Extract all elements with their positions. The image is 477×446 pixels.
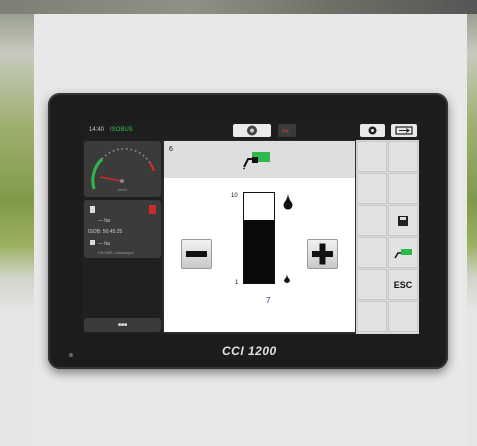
small-drop-icon [284, 274, 290, 283]
softkey-12[interactable] [388, 301, 418, 332]
softkey-4[interactable] [388, 173, 418, 204]
scale-min-label: 1 [235, 280, 239, 286]
esc-button[interactable]: ESC [388, 269, 418, 300]
scissors-icon: ✂ [282, 126, 290, 136]
menu-dots-icon: ■■■ [117, 322, 128, 328]
decrease-button[interactable] [181, 239, 212, 269]
softkey-7[interactable] [357, 237, 387, 268]
level-bar [243, 192, 275, 284]
softkey-11[interactable] [357, 301, 387, 332]
menu-button[interactable]: ■■■ [84, 318, 161, 332]
counter-line2: ISOB: 50:45:25 [88, 229, 123, 235]
minus-icon [186, 251, 207, 257]
swap-icon [395, 126, 413, 135]
alarm-button[interactable]: ✂ [278, 124, 296, 137]
clock: 14:40 [89, 127, 105, 133]
counter-line3: --- ha [98, 241, 110, 247]
field-icon [90, 206, 95, 213]
oil-can-icon [243, 152, 270, 170]
save-icon [398, 216, 408, 226]
work-counter-tile[interactable]: --- ha ISOB: 50:45:25 --- ha KRONE Ladew… [84, 200, 161, 258]
implement-icon [247, 125, 257, 136]
gauge-unit: km/h [118, 187, 127, 192]
softkey-9[interactable] [357, 269, 387, 300]
gear-icon [368, 126, 377, 135]
level-fill [244, 220, 274, 283]
area-icon [90, 240, 95, 245]
oil-softkey[interactable] [388, 237, 418, 268]
softkey-2[interactable] [388, 141, 418, 172]
softkey-1[interactable] [357, 141, 387, 172]
implement-red-icon [149, 205, 156, 214]
implement-button[interactable] [233, 124, 271, 137]
current-value: 7 [266, 296, 271, 305]
counter-line4: KRONE Ladewagen [98, 250, 135, 255]
save-softkey[interactable] [388, 205, 418, 236]
isobus-status: ISOBUS [110, 127, 133, 133]
scale-max-label: 10 [231, 193, 238, 199]
settings-button[interactable] [360, 124, 385, 137]
device-brand: CCI 1200 [222, 344, 277, 358]
plus-icon [312, 243, 333, 265]
oil-can-small-icon [394, 249, 412, 259]
speed-gauge-tile[interactable]: km/h [84, 141, 161, 197]
softkey-5[interactable] [357, 205, 387, 236]
header-number: 6 [169, 146, 173, 153]
increase-button[interactable] [307, 239, 338, 269]
counter-line1: --- ha [98, 218, 110, 224]
power-led [69, 353, 73, 357]
large-drop-icon [283, 193, 293, 210]
esc-label: ESC [393, 279, 413, 290]
background-photo-top [0, 0, 477, 14]
screen-swap-button[interactable] [391, 124, 417, 137]
svg-text:✂: ✂ [282, 126, 290, 136]
softkey-3[interactable] [357, 173, 387, 204]
